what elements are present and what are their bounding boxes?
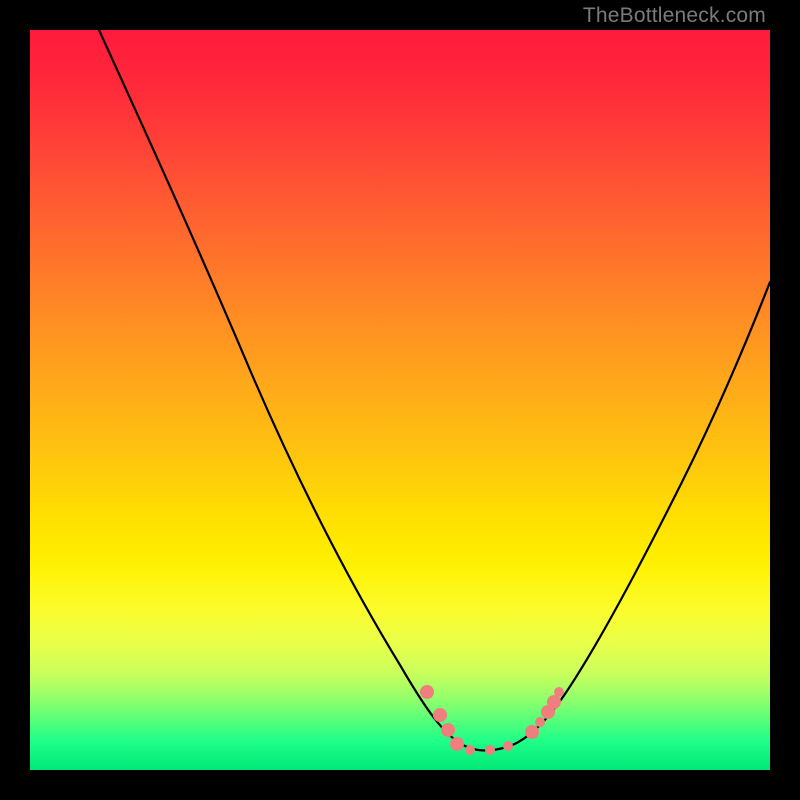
- curve-marker: [535, 717, 545, 727]
- curve-layer: [30, 30, 770, 770]
- curve-marker: [441, 723, 455, 737]
- curve-marker: [485, 745, 495, 755]
- chart-frame: TheBottleneck.com: [0, 0, 800, 800]
- watermark-text: TheBottleneck.com: [583, 4, 766, 28]
- plot-area: [30, 30, 770, 770]
- curve-marker: [547, 695, 561, 709]
- curve-marker: [465, 745, 475, 755]
- curve-marker: [450, 737, 464, 751]
- curve-marker: [503, 741, 513, 751]
- curve-marker: [554, 687, 564, 697]
- marker-group: [420, 685, 564, 755]
- curve-marker: [525, 725, 539, 739]
- bottleneck-curve: [99, 30, 770, 751]
- curve-marker: [420, 685, 434, 699]
- curve-marker: [433, 708, 447, 722]
